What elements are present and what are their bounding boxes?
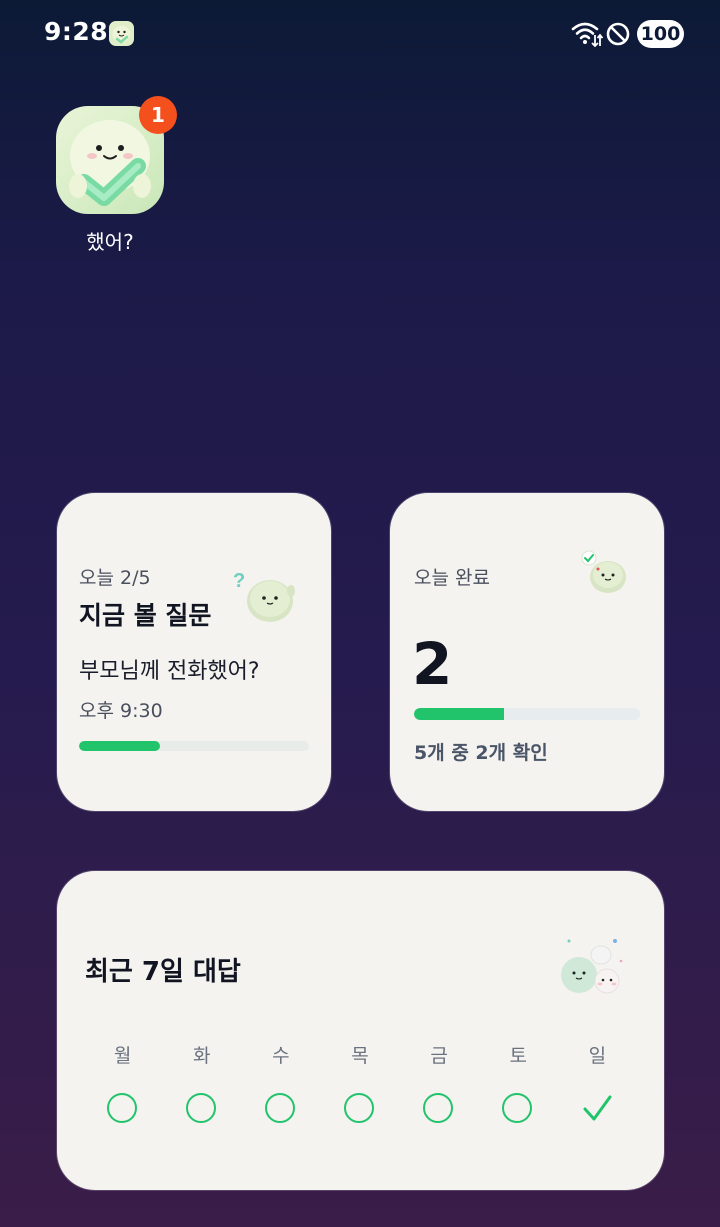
empty-circle-icon [264, 1093, 295, 1123]
app-label: 했어? [86, 230, 134, 254]
question-progress-fill [79, 741, 160, 751]
app-mascot-icon [109, 21, 134, 46]
day-label: 수 [272, 1045, 290, 1067]
question-text: 부모님께 전화했어? [79, 659, 260, 684]
empty-circle-icon [343, 1093, 374, 1123]
day-label: 금 [430, 1045, 448, 1067]
notification-badge: 1 [139, 96, 177, 134]
do-not-disturb-icon [606, 22, 630, 46]
completion-summary: 5개 중 2개 확인 [414, 742, 548, 764]
wifi-icon [571, 22, 603, 48]
day-thursday: 목 [320, 1041, 399, 1125]
mascot-group-icon [561, 939, 623, 994]
completion-progress-fill [414, 708, 505, 720]
widget-title: 지금 볼 질문 [79, 601, 212, 630]
day-wednesday: 수 [241, 1041, 320, 1125]
day-label: 일 [588, 1045, 607, 1067]
svg-text:?: ? [233, 570, 245, 592]
status-time: 9:28 [44, 17, 109, 46]
status-bar: 9:28 100 [0, 0, 720, 68]
day-label: 토 [509, 1045, 528, 1067]
day-label: 목 [351, 1045, 369, 1067]
question-counter: 오늘 2/5 [79, 567, 151, 589]
battery-indicator: 100 [637, 20, 684, 48]
weekday-row: 월 화 수 목 금 토 일 [83, 1041, 637, 1125]
widget-title: 최근 7일 대답 [85, 957, 241, 987]
question-progress-bar [79, 741, 309, 751]
checkmark-icon [583, 1095, 612, 1121]
day-friday: 금 [400, 1041, 479, 1125]
empty-circle-icon [106, 1093, 137, 1123]
day-label: 화 [192, 1045, 211, 1067]
empty-circle-icon [185, 1093, 216, 1123]
mascot-thinking-icon: ? [233, 570, 295, 622]
day-saturday: 토 [479, 1041, 558, 1125]
day-monday: 월 [83, 1041, 162, 1125]
day-sunday: 일 [558, 1041, 637, 1125]
empty-circle-icon [502, 1093, 533, 1123]
empty-circle-icon [423, 1093, 454, 1123]
question-time: 오후 9:30 [79, 700, 163, 722]
done-widget[interactable]: 오늘 완료 2 5개 중 2개 확인 [390, 493, 664, 811]
mascot-check-icon [581, 550, 626, 593]
completed-count: 2 [412, 630, 453, 698]
day-tuesday: 화 [162, 1041, 241, 1125]
day-label: 월 [113, 1045, 132, 1067]
week-widget[interactable]: 최근 7일 대답 월 화 수 목 금 토 일 [57, 871, 664, 1190]
completion-progress-bar [414, 708, 640, 720]
question-widget[interactable]: 오늘 2/5 지금 볼 질문 ? 부모님께 전화했어? 오후 9:30 [57, 493, 331, 811]
widget-title: 오늘 완료 [414, 567, 490, 589]
